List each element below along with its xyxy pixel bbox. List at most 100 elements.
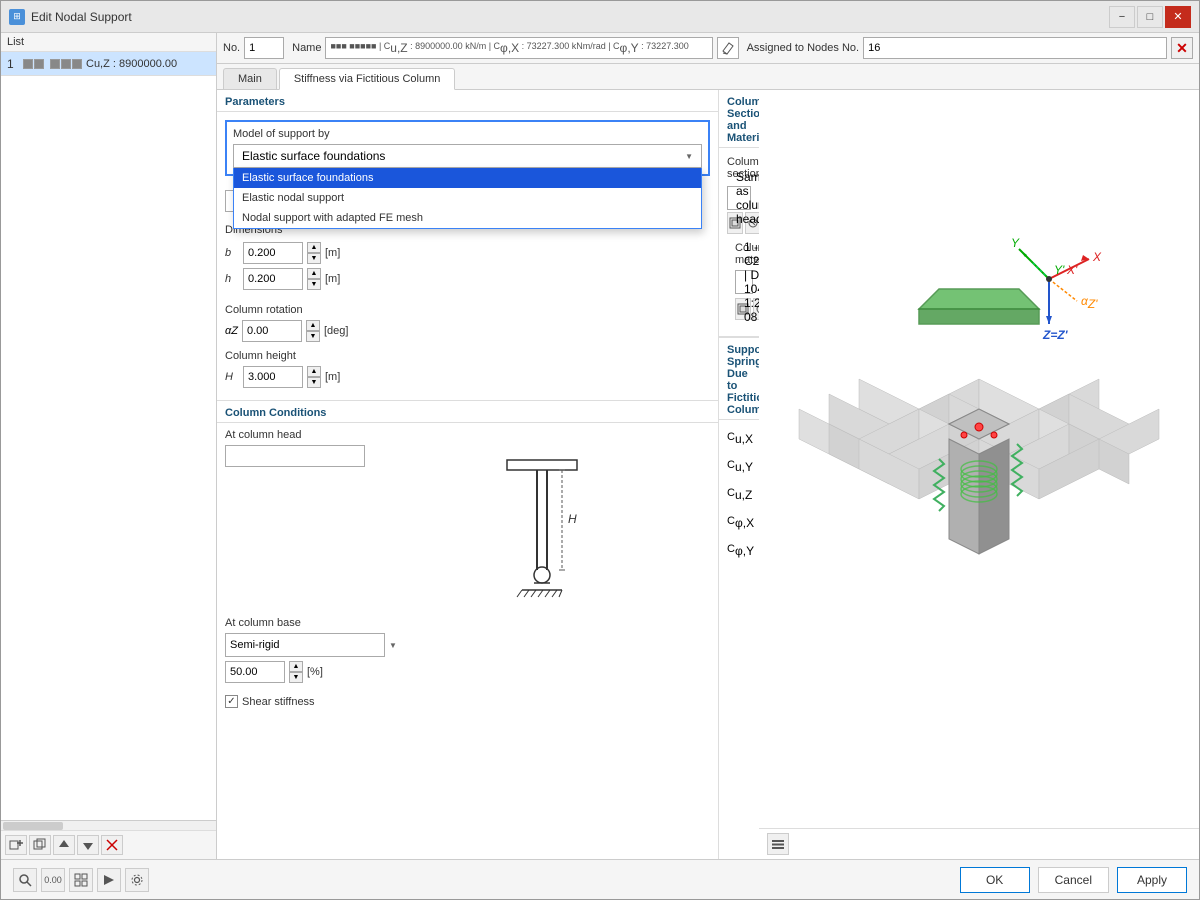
dropdown-item-1[interactable]: Elastic nodal support [234,188,701,208]
h-unit: [m] [325,273,340,285]
left-toolbar [1,830,216,859]
horizontal-scrollbar[interactable] [1,820,216,830]
grid-button[interactable] [69,868,93,892]
model-dropdown-menu: Elastic surface foundations Elastic noda… [233,168,702,229]
b-unit: [m] [325,247,340,259]
list-item[interactable]: 1 Cu,Z : 8900000.00 [1,52,216,76]
az-label: αZ [225,325,238,337]
svg-text:X: X [1092,250,1102,264]
duplicate-button[interactable] [29,835,51,855]
az-spin-down[interactable]: ▼ [306,331,320,342]
col-mat-label: Column material [735,242,743,266]
right-sections: Column Section and Material Column secti… [719,90,759,859]
h-spin-up[interactable]: ▲ [307,268,321,279]
spring-sym-1: Cu,Y [727,459,759,474]
viz-settings-button[interactable] [767,833,789,855]
dimensions-section: Dimensions b ▲ ▼ [m] h [217,218,718,300]
h-spin-down[interactable]: ▼ [307,279,321,290]
at-head-label: At column head [225,429,710,441]
window-title: Edit Nodal Support [31,10,1109,24]
model-box: Model of support by Elastic surface foun… [225,120,710,176]
down-button[interactable] [77,835,99,855]
window-controls: − □ ✕ [1109,6,1191,28]
spring-row-1: Cu,Y [kN/m³] [727,456,751,478]
model-dropdown[interactable]: Elastic surface foundations ▼ [233,144,702,168]
shear-checkbox[interactable]: ✓ [225,695,238,708]
tab-content: Parameters Model of support by Elastic s… [217,90,1199,859]
base-pct-input[interactable] [225,661,285,683]
H-unit: [m] [325,371,340,383]
checkbox-check-icon: ✓ [227,696,235,707]
name-label: Name [292,42,321,54]
bottom-toolbar-left: 0.00 [13,868,952,892]
input-button[interactable]: 0.00 [41,868,65,892]
height-title: Column height [225,350,710,362]
spring-row-2: Cu,Z [kN/m³] [727,484,751,506]
svg-text:Y: Y [1011,236,1020,250]
col-mat-dropdown-wrapper: 1 - C25/30 | DIN 1045-1:2008-08 ▼ [735,270,743,294]
apply-button[interactable]: Apply [1117,867,1187,893]
h-input[interactable] [243,268,303,290]
b-label: b [225,247,239,259]
rotation-title: Column rotation [225,304,710,316]
base-dropdown[interactable]: Semi-rigid [225,633,385,657]
ok-button[interactable]: OK [960,867,1030,893]
settings-button[interactable] [125,868,149,892]
az-spin-up[interactable]: ▲ [306,320,320,331]
pct-spin-up[interactable]: ▲ [289,661,303,672]
model-dropdown-wrapper: Elastic surface foundations ▼ Elastic su… [233,144,702,168]
az-input[interactable] [242,320,302,342]
minimize-button[interactable]: − [1109,6,1135,28]
cancel-button[interactable]: Cancel [1038,867,1109,893]
no-input[interactable] [244,37,284,59]
name-edit-button[interactable] [717,37,739,59]
list-icon-4 [61,59,71,69]
b-spin-down[interactable]: ▼ [307,253,321,264]
col-section-content: Column section Same as column head ▼ [719,148,759,336]
column-diagram: H [502,455,582,605]
b-spin-up[interactable]: ▲ [307,242,321,253]
tab-stiffness[interactable]: Stiffness via Fictitious Column [279,68,456,90]
pct-spin-down[interactable]: ▼ [289,672,303,683]
list-icon-3 [50,59,60,69]
delete-button[interactable] [101,835,123,855]
viz-area: Y X Z=Z' [759,90,1199,859]
assigned-clear-button[interactable]: ✕ [1171,37,1193,59]
list-icon-2 [34,59,44,69]
left-panel: List 1 Cu,Z : 8900000.00 [1,33,217,859]
base-pct-spinners: ▲ ▼ [289,661,303,683]
name-display: ■■■ ■■■■■ | Cu,Z : 8900000.00 kN/m | Cφ,… [325,37,712,59]
add-item-button[interactable] [5,835,27,855]
spring-sym-3: Cφ,X [727,515,759,530]
app-icon: ⊞ [9,9,25,25]
H-spin-up[interactable]: ▲ [307,366,321,377]
tab-main[interactable]: Main [223,68,277,89]
svg-text:H: H [568,512,577,526]
H-input[interactable] [243,366,303,388]
tabs-row: Main Stiffness via Fictitious Column [217,64,1199,90]
main-window: ⊞ Edit Nodal Support − □ ✕ List 1 [0,0,1200,900]
scroll-thumb[interactable] [3,822,63,830]
spring-sym-2: Cu,Z [727,487,759,502]
title-bar: ⊞ Edit Nodal Support − □ ✕ [1,1,1199,33]
col-mat-dropdown[interactable]: 1 - C25/30 | DIN 1045-1:2008-08 ▼ [735,270,753,294]
search-button[interactable] [13,868,37,892]
at-base-label: At column base [225,617,710,629]
no-field: No. [223,37,284,59]
dropdown-item-0[interactable]: Elastic surface foundations [234,168,701,188]
assigned-label: Assigned to Nodes No. [747,42,860,54]
close-button[interactable]: ✕ [1165,6,1191,28]
b-input[interactable] [243,242,303,264]
dropdown-item-2[interactable]: Nodal support with adapted FE mesh [234,208,701,228]
assigned-input[interactable] [863,37,1167,59]
render-button[interactable] [97,868,121,892]
b-row: b ▲ ▼ [m] [225,242,710,264]
H-spin-down[interactable]: ▼ [307,377,321,388]
maximize-button[interactable]: □ [1137,6,1163,28]
rotation-section: Column rotation αZ ▲ ▼ [deg] [217,300,718,346]
springs-section: Support Springs Due to Fictitious Column… [719,337,759,576]
H-row: H ▲ ▼ [m] [225,366,710,388]
col-sec-dropdown[interactable]: Same as column head ▼ [727,186,751,210]
up-button[interactable] [53,835,75,855]
dropdown-arrow-icon: ▼ [685,152,693,161]
